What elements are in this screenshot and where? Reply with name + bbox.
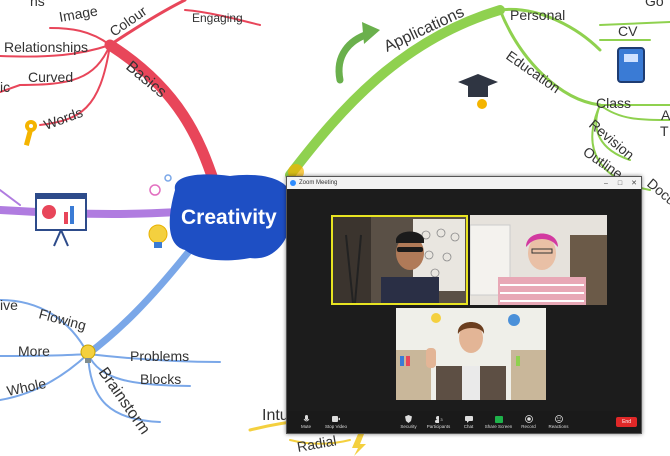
maximize-button[interactable]: □ (613, 180, 627, 187)
mm-relationships-label: Relationships (4, 39, 88, 55)
participants-label: Participants (426, 424, 451, 429)
video-tile-participant-3[interactable] (396, 308, 546, 400)
meeting-toolbar: Mute Stop Video Security 3 Participants … (287, 411, 641, 433)
lightbulb-icon (80, 344, 96, 363)
mm-class-label: Class (596, 95, 631, 111)
record-label: Record (521, 424, 536, 429)
mm-t-label: T (660, 123, 669, 139)
central-topic-label: Creativity (181, 206, 277, 229)
minimize-button[interactable]: – (599, 180, 613, 187)
mm-intuition-label: Intu (262, 407, 289, 424)
chat-bubble-icon (464, 415, 473, 423)
book-icon (617, 47, 645, 83)
microphone-icon (302, 415, 310, 423)
participant-video (470, 215, 607, 305)
mm-image-label: Image (58, 2, 99, 25)
reactions-button[interactable]: Reactions (544, 412, 574, 432)
lightbulb-icon (148, 224, 168, 248)
video-tile-participant-2[interactable] (470, 215, 607, 305)
security-button[interactable]: Security (394, 412, 424, 432)
decoration-circle (149, 184, 161, 196)
central-topic: Creativity (169, 164, 304, 261)
security-label: Security (400, 424, 417, 429)
mm-ic-label: ic (0, 79, 10, 95)
zoom-titlebar: Zoom Meeting – □ ✕ (287, 177, 641, 189)
mm-more-label: More (18, 343, 50, 359)
video-camera-icon (332, 415, 340, 423)
smiley-icon (554, 415, 563, 423)
mm-radial-label: Radial (296, 432, 338, 455)
participant-video (396, 308, 546, 400)
video-tile-active-speaker[interactable] (331, 215, 468, 305)
participants-icon: 3 (434, 415, 443, 423)
mm-words-label: Words (42, 104, 85, 133)
shield-icon (405, 415, 413, 423)
share-screen-icon (494, 415, 503, 423)
mm-engaging-label: Engaging (192, 11, 243, 25)
mm-personal-label: Personal (510, 7, 565, 23)
mm-cv-label: CV (618, 23, 638, 39)
mm-a-label: A (661, 107, 670, 123)
participant-video (331, 215, 468, 305)
curved-arrow-icon (335, 22, 380, 84)
brainstorm-branch (0, 246, 221, 423)
lightning-icon (352, 434, 366, 456)
mm-whole-label: Whole (5, 375, 47, 399)
mm-flowing-label: Flowing (37, 305, 88, 333)
participants-button[interactable]: 3 Participants (424, 412, 454, 432)
share-screen-label: Share Screen (484, 424, 513, 429)
mute-button[interactable]: Mute (291, 412, 321, 432)
stop-video-label: Stop Video (325, 424, 347, 429)
record-icon (524, 415, 533, 423)
mm-problems-label: Problems (130, 348, 189, 364)
mm-basics-label: Basics (122, 58, 169, 101)
presentation-branch (0, 189, 184, 218)
zoom-app-icon (290, 180, 296, 186)
key-icon (23, 120, 37, 146)
close-button[interactable]: ✕ (627, 179, 641, 187)
end-meeting-button[interactable]: End (616, 417, 637, 427)
mm-blocks-label: Blocks (140, 371, 181, 387)
share-screen-button[interactable]: Share Screen (484, 412, 514, 432)
mm-go-label: Go (645, 0, 664, 9)
chat-button[interactable]: Chat (454, 412, 484, 432)
mm-education-label: Education (503, 47, 563, 96)
participants-count: 3 (440, 416, 443, 422)
decoration-circle (164, 174, 172, 182)
graduation-cap-icon (458, 74, 498, 109)
mm-ns-label: ns (30, 0, 45, 9)
zoom-meeting-window: Zoom Meeting – □ ✕ Mute Stop Video Secur… (286, 176, 642, 434)
mm-curved-label: Curved (28, 69, 73, 85)
chat-label: Chat (463, 424, 474, 429)
stop-video-button[interactable]: Stop Video (321, 412, 351, 432)
mm-ive-label: ive (0, 297, 18, 313)
mm-docu-label: Docu (644, 175, 670, 208)
mute-label: Mute (300, 424, 311, 429)
record-button[interactable]: Record (514, 412, 544, 432)
presentation-board-icon (35, 193, 87, 247)
reactions-label: Reactions (548, 424, 569, 429)
window-title: Zoom Meeting (299, 180, 338, 186)
